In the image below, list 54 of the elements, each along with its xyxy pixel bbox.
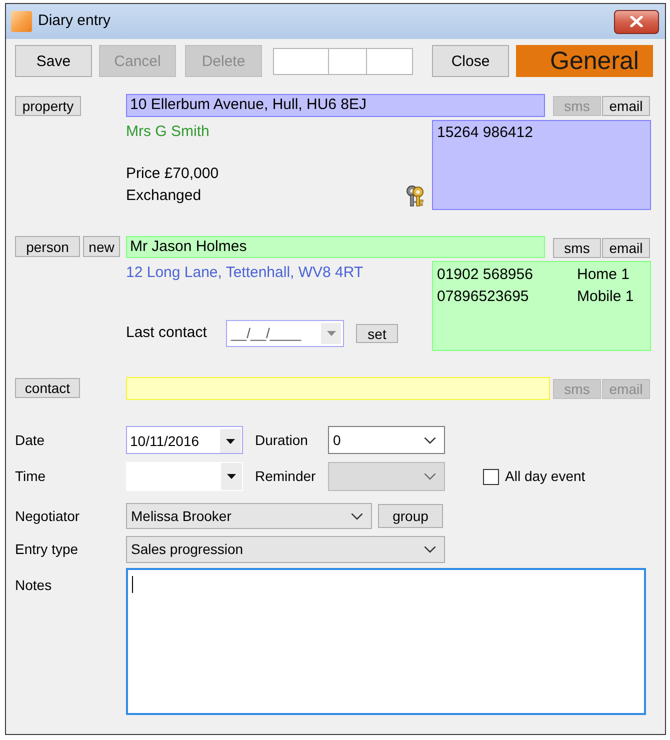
- sms-button[interactable]: sms: [553, 238, 601, 258]
- close-icon: [630, 16, 643, 27]
- field-label: Negotiator: [15, 506, 81, 526]
- person-name-field[interactable]: Mr Jason Holmes: [126, 236, 545, 258]
- address-field[interactable]: 10 Ellerbum Avenue, Hull, HU6 8EJ: [126, 94, 545, 117]
- last-contact-date-field[interactable]: __/__/____: [226, 320, 344, 347]
- keys-icon: [405, 185, 425, 207]
- field-label: Entry type: [15, 540, 80, 559]
- field-label: Time: [15, 467, 47, 486]
- close-button[interactable]: Close: [432, 45, 509, 77]
- email-button[interactable]: email: [602, 96, 650, 116]
- property-button[interactable]: property: [15, 96, 81, 116]
- time-picker[interactable]: [126, 462, 243, 491]
- chevron-down-icon: [424, 436, 436, 444]
- category-badge: General: [516, 45, 653, 77]
- input-field[interactable]: [273, 48, 329, 74]
- field-label: Duration: [255, 430, 309, 450]
- contact-button[interactable]: contact: [15, 378, 80, 398]
- person-address: 12 Long Lane, Tettenhall, WV8 4RT: [126, 263, 364, 283]
- text-cursor-icon: [132, 576, 133, 593]
- chevron-down-icon: [424, 546, 436, 553]
- notes-field[interactable]: [126, 568, 646, 715]
- field-label: Date: [15, 430, 46, 450]
- toolbar-button[interactable]: Save: [15, 45, 92, 77]
- property-detail: Price £70,000: [126, 164, 219, 184]
- entry-type-dropdown[interactable]: Sales progression: [126, 536, 445, 563]
- group-button[interactable]: group: [378, 504, 443, 528]
- phone-number: 07896523695: [437, 287, 530, 307]
- person-button[interactable]: new: [83, 236, 120, 257]
- checkbox[interactable]: [483, 468, 499, 484]
- input-field[interactable]: [366, 48, 413, 74]
- negotiator-dropdown[interactable]: Melissa Brooker: [126, 503, 372, 529]
- input-field[interactable]: [329, 48, 366, 74]
- chevron-down-icon: [424, 473, 436, 480]
- field-label: All day event: [505, 467, 586, 486]
- window-close-button[interactable]: [614, 10, 659, 34]
- field-label: Last contact: [126, 323, 208, 344]
- property-detail: Exchanged: [126, 186, 202, 206]
- phone-number: 01902 568956: [437, 265, 534, 285]
- chevron-down-icon: [351, 512, 363, 520]
- set-button[interactable]: set: [356, 324, 398, 343]
- duration-dropdown[interactable]: 0: [328, 426, 445, 454]
- phone-type: Home 1: [577, 265, 630, 285]
- phone-type: Mobile 1: [577, 287, 634, 307]
- owner-name: Mrs G Smith: [126, 122, 210, 142]
- app-icon: [11, 11, 32, 32]
- person-button[interactable]: person: [15, 236, 80, 257]
- field-label: Reminder: [255, 467, 317, 486]
- phone-number: 15264 986412: [437, 123, 533, 143]
- contact-field[interactable]: [126, 377, 550, 400]
- date-picker[interactable]: 10/11/2016: [126, 426, 243, 454]
- window-title: Diary entry: [38, 11, 111, 32]
- field-label: Notes: [15, 576, 53, 595]
- email-button[interactable]: email: [602, 238, 650, 258]
